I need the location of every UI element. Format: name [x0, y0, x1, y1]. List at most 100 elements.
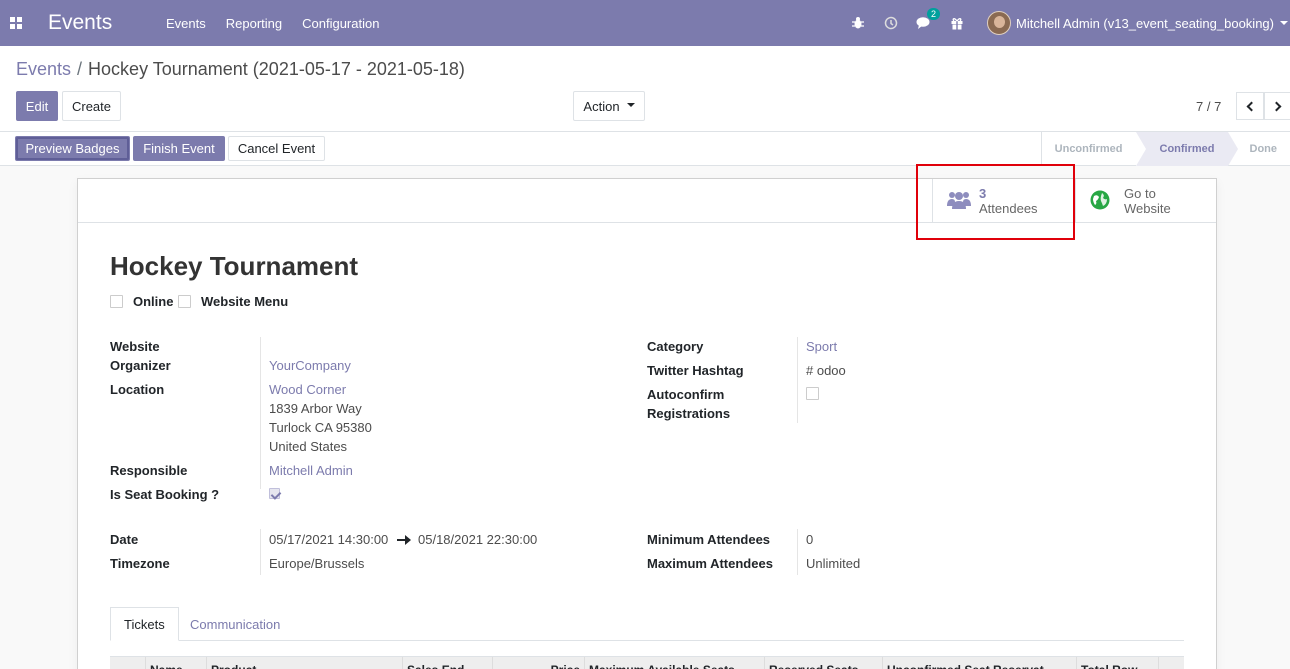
autoconfirm-checkbox[interactable]: [806, 387, 819, 400]
menu-events[interactable]: Events: [156, 16, 216, 31]
date-begin-value[interactable]: 05/17/2021 14:30:00: [269, 532, 388, 547]
breadcrumb: Events / Hockey Tournament (2021-05-17 - 2…: [16, 59, 465, 80]
main-menu: Events Reporting Configuration: [156, 16, 389, 31]
location-name-value[interactable]: Wood Corner: [269, 382, 346, 397]
users-icon: [947, 190, 971, 213]
column-unconfirmed-seats[interactable]: Unconfirmed Seat Reservat: [883, 657, 1077, 669]
tab-tickets[interactable]: Tickets: [110, 607, 179, 641]
attendees-label: Attendees: [979, 201, 1038, 216]
min-attendees-value[interactable]: 0: [806, 532, 813, 547]
field-divider: [260, 337, 261, 489]
globe-icon: [1090, 190, 1110, 213]
arrow-right-icon: [397, 535, 411, 545]
twitter-hashtag-label: Twitter Hashtag: [647, 363, 744, 378]
column-name[interactable]: Name: [146, 657, 207, 669]
action-label: Action: [583, 98, 620, 114]
category-label: Category: [647, 339, 704, 354]
menu-reporting[interactable]: Reporting: [216, 16, 292, 31]
autoconfirm-label-line1: Autoconfirm: [647, 387, 725, 402]
notebook-tabs: Tickets Communication: [110, 607, 1184, 641]
field-divider: [797, 529, 798, 575]
date-label: Date: [110, 532, 139, 547]
chevron-right-icon: [1271, 101, 1282, 111]
column-handle: [110, 657, 146, 669]
form-sheet: 3 Attendees Go to Website Hockey Tournam…: [77, 178, 1217, 669]
max-attendees-label: Maximum Attendees: [647, 556, 773, 571]
twitter-hashtag-value[interactable]: # odoo: [806, 363, 846, 378]
column-price[interactable]: Price: [493, 657, 585, 669]
top-navbar: Events Events Reporting Configuration 2 …: [0, 0, 1290, 46]
column-sales-end[interactable]: Sales End: [403, 657, 493, 669]
website-organizer-label-line2: Organizer: [110, 358, 171, 373]
website-label-line1: Go to: [1124, 186, 1156, 201]
control-panel: Events / Hockey Tournament (2021-05-17 - 2…: [0, 46, 1290, 132]
online-label: Online: [133, 294, 174, 309]
responsible-label: Responsible: [110, 463, 188, 478]
edit-button[interactable]: Edit: [16, 91, 58, 121]
category-value[interactable]: Sport: [806, 339, 837, 354]
website-menu-label: Website Menu: [201, 294, 289, 309]
column-optional: [1159, 657, 1184, 669]
activity-clock-icon[interactable]: [874, 16, 907, 30]
apps-menu-icon[interactable]: [0, 0, 32, 46]
tickets-table-header: Name Product Sales End Price Maximum Ava…: [110, 656, 1184, 669]
pager-next-button[interactable]: [1264, 92, 1290, 120]
field-divider: [260, 529, 261, 575]
responsible-value[interactable]: Mitchell Admin: [269, 463, 353, 478]
user-menu[interactable]: Mitchell Admin (v13_event_seating_bookin…: [987, 11, 1290, 35]
website-organizer-label-line1: Website: [110, 339, 160, 354]
attendees-smart-button[interactable]: 3 Attendees: [932, 179, 1075, 223]
stage-unconfirmed[interactable]: Unconfirmed: [1042, 132, 1136, 166]
timezone-label: Timezone: [110, 556, 170, 571]
website-label-line2: Website: [1124, 201, 1171, 216]
column-total-row[interactable]: Total Row: [1077, 657, 1159, 669]
min-attendees-label: Minimum Attendees: [647, 532, 771, 547]
attendees-count: 3: [979, 186, 987, 201]
chevron-down-icon: [626, 103, 635, 107]
go-to-website-button[interactable]: Go to Website: [1075, 179, 1216, 223]
autoconfirm-label-line2: Registrations: [647, 406, 731, 421]
column-reserved-seats[interactable]: Reserved Seats: [765, 657, 883, 669]
status-bar: Preview Badges Finish Event Cancel Event…: [0, 132, 1290, 166]
action-dropdown[interactable]: Action: [573, 91, 645, 121]
column-product[interactable]: Product: [207, 657, 403, 669]
timezone-value[interactable]: Europe/Brussels: [269, 556, 364, 571]
button-box: 3 Attendees Go to Website: [78, 179, 1216, 223]
location-label: Location: [110, 382, 165, 397]
avatar: [987, 11, 1011, 35]
gift-icon[interactable]: [940, 16, 973, 30]
breadcrumb-events[interactable]: Events: [16, 59, 71, 79]
breadcrumb-separator: /: [77, 59, 83, 79]
finish-event-button[interactable]: Finish Event: [133, 136, 225, 161]
cancel-event-button[interactable]: Cancel Event: [228, 136, 325, 161]
organizer-value[interactable]: YourCompany: [269, 358, 351, 373]
address-line3: United States: [269, 439, 348, 454]
app-name[interactable]: Events: [48, 11, 156, 35]
chat-badge: 2: [926, 8, 940, 20]
date-end-value[interactable]: 05/18/2021 22:30:00: [418, 532, 537, 547]
column-max-seats[interactable]: Maximum Available Seats: [585, 657, 765, 669]
create-button[interactable]: Create: [62, 91, 121, 121]
address-line2: Turlock CA 95380: [269, 420, 372, 435]
breadcrumb-current: Hockey Tournament (2021-05-17 - 2021-05-…: [88, 59, 465, 79]
tab-communication[interactable]: Communication: [177, 607, 293, 641]
event-title[interactable]: Hockey Tournament: [110, 251, 358, 282]
debug-bug-icon[interactable]: [841, 16, 874, 30]
pager-value[interactable]: 7 / 7: [1196, 99, 1221, 114]
discuss-chat-icon[interactable]: 2: [907, 8, 940, 30]
chevron-down-icon: [1280, 21, 1288, 25]
stage-pipeline: Unconfirmed Confirmed Done: [1040, 132, 1290, 166]
seat-booking-label: Is Seat Booking ?: [110, 487, 220, 502]
menu-configuration[interactable]: Configuration: [292, 16, 389, 31]
preview-badges-button[interactable]: Preview Badges: [15, 136, 130, 161]
pager-previous-button[interactable]: [1236, 92, 1264, 120]
stage-confirmed[interactable]: Confirmed: [1135, 132, 1238, 166]
chevron-left-icon: [1246, 101, 1257, 111]
user-name: Mitchell Admin (v13_event_seating_bookin…: [1016, 15, 1274, 31]
address-line1: 1839 Arbor Way: [269, 401, 362, 416]
field-divider: [797, 337, 798, 423]
website-menu-checkbox[interactable]: [178, 295, 191, 308]
max-attendees-value[interactable]: Unlimited: [806, 556, 860, 571]
online-checkbox[interactable]: [110, 295, 123, 308]
seat-booking-checkbox[interactable]: [269, 488, 280, 499]
